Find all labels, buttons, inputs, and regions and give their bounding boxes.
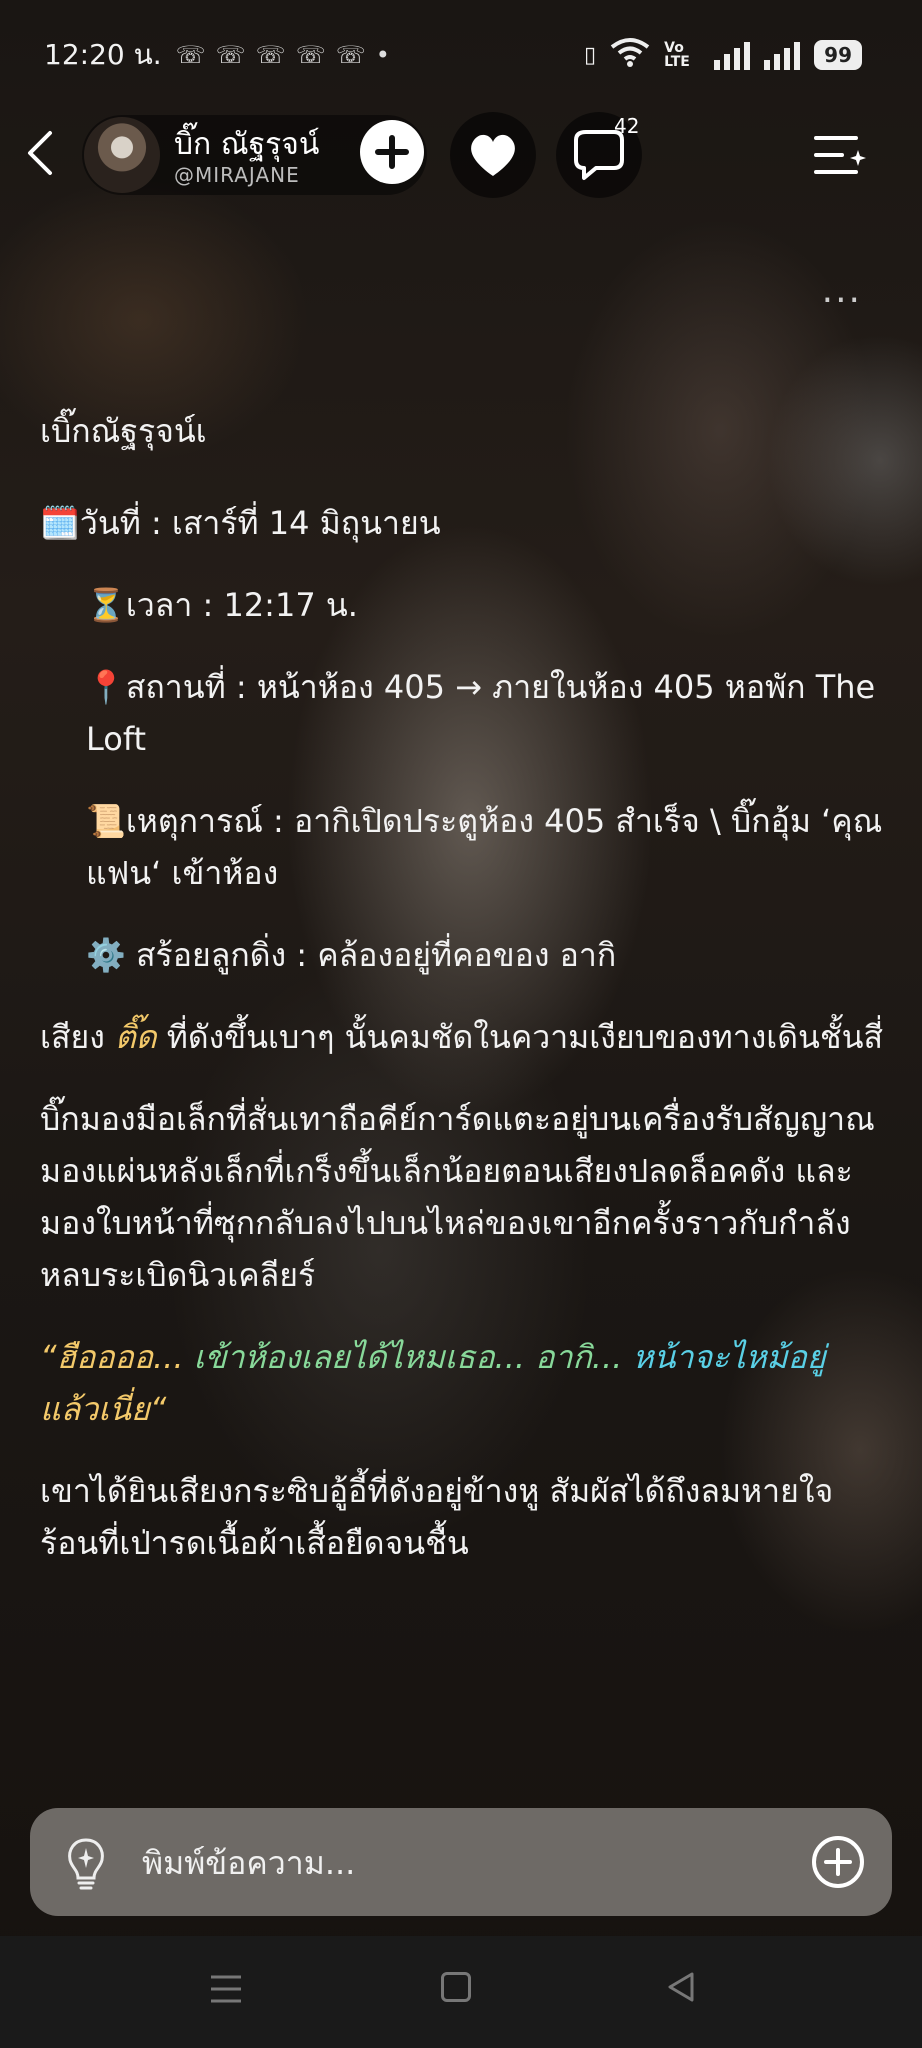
dialogue-quote: “ฮืออออ... เข้าห้องเลยได้ไหมเธอ... อากิ.… — [40, 1331, 890, 1435]
system-nav-bar — [0, 1936, 922, 2048]
paragraph-1-start: เสียง — [40, 1018, 116, 1056]
like-button[interactable] — [450, 112, 536, 198]
chat-header: บิ๊ก ณัฐรุจน์ @MIRAJANE 42 — [0, 108, 922, 198]
menu-sparkle-icon — [814, 136, 866, 174]
message-input[interactable]: พิมพ์ข้อความ... — [142, 1838, 355, 1889]
calendar-icon: 🗓️ — [40, 504, 80, 542]
profile-handle: @MIRAJANE — [174, 163, 300, 187]
add-attachment-button[interactable] — [810, 1834, 866, 1890]
paragraph-2: บิ๊กมองมือเล็กที่สั่นเทาถือคีย์การ์ดแตะอ… — [40, 1100, 875, 1294]
menu-button[interactable] — [812, 130, 868, 180]
plus-icon — [375, 135, 409, 169]
signal-icon — [764, 40, 801, 70]
paragraph-1-end: ที่ดังขึ้นเบาๆ นั้นคมชัดในความเงียบของทา… — [156, 1018, 884, 1056]
sound-highlight: ติ๊ด — [115, 1018, 157, 1056]
message-content: เบิ๊กณัฐรุจน์เ 🗓️วันที่ : เสาร์ที่ 14 มิ… — [40, 405, 890, 1599]
recent-apps-button[interactable] — [208, 1972, 244, 2006]
place-text: สถานที่ : หน้าห้อง 405 → ภายในห้อง 405 ห… — [86, 668, 876, 758]
status-bar: 12:20 น. ☏ ☏ ☏ ☏ ☏ • ▯ Vo LTE 99 — [44, 30, 862, 80]
time-line: ⏳เวลา : 12:17 น. — [40, 579, 890, 631]
whatsapp-icon: ☏ — [175, 41, 206, 69]
dot-icon: • — [375, 41, 390, 69]
vibrate-icon: ▯ — [584, 42, 597, 68]
triangle-back-icon — [668, 1972, 694, 2002]
back-button[interactable] — [20, 128, 60, 178]
date-text: วันที่ : เสาร์ที่ 14 มิถุนายน — [79, 504, 441, 542]
lightbulb-icon[interactable] — [64, 1836, 108, 1890]
time-text: เวลา : 12:17 น. — [125, 586, 358, 624]
scroll-icon: 📜 — [86, 802, 126, 840]
story-title: เบิ๊กณัฐรุจน์เ — [40, 412, 207, 450]
system-back-button[interactable] — [666, 1970, 696, 2004]
quote-part-1: “ฮืออออ... — [40, 1338, 194, 1376]
home-button[interactable] — [441, 1972, 471, 2002]
necklace-text: สร้อยลูกดิ่ง : คล้องอยู่ที่คอของ อากิ — [136, 936, 617, 974]
profile-name: บิ๊ก ณัฐรุจน์ — [174, 127, 320, 162]
whatsapp-icon: ☏ — [335, 41, 366, 69]
plus-circle-icon — [812, 1836, 864, 1888]
whatsapp-icon: ☏ — [295, 41, 326, 69]
battery-icon: 99 — [814, 40, 862, 70]
more-options-button[interactable]: ... — [822, 270, 862, 311]
place-line: 📍สถานที่ : หน้าห้อง 405 → ภายในห้อง 405 … — [40, 661, 890, 765]
comment-count: 42 — [614, 114, 640, 138]
quote-part-3: หน้าจะไหม้อยู่ — [632, 1338, 826, 1376]
network-label: Vo LTE — [664, 40, 690, 70]
quote-part-4: แล้วเนี่ย“ — [40, 1390, 167, 1428]
quote-part-2: เข้าห้องเลยได้ไหมเธอ... อากิ... — [193, 1338, 633, 1376]
event-text: เหตุการณ์ : อากิเปิดประตูห้อง 405 สำเร็จ… — [86, 802, 883, 892]
date-line: 🗓️วันที่ : เสาร์ที่ 14 มิถุนายน — [40, 497, 890, 549]
chevron-left-icon — [28, 131, 52, 175]
avatar[interactable] — [84, 117, 160, 193]
event-line: 📜เหตุการณ์ : อากิเปิดประตูห้อง 405 สำเร็… — [40, 795, 890, 899]
paragraph-3: เขาได้ยินเสียงกระซิบอู้อี้ที่ดังอยู่ข้าง… — [40, 1472, 834, 1562]
whatsapp-icon: ☏ — [215, 41, 246, 69]
follow-button[interactable] — [360, 120, 424, 184]
paragraph-1: เสียง ติ๊ด ที่ดังขึ้นเบาๆ นั้นคมชัดในควา… — [40, 1011, 890, 1063]
whatsapp-icon: ☏ — [255, 41, 286, 69]
hourglass-icon: ⏳ — [86, 586, 126, 624]
message-input-bar[interactable]: พิมพ์ข้อความ... — [30, 1808, 892, 1916]
menu-icon — [211, 1975, 241, 2003]
necklace-line: ⚙️ สร้อยลูกดิ่ง : คล้องอยู่ที่คอของ อากิ — [40, 929, 890, 981]
status-time: 12:20 น. — [44, 38, 162, 71]
signal-icon — [714, 40, 751, 70]
heart-icon — [471, 134, 515, 176]
pin-icon: 📍 — [86, 668, 126, 706]
wifi-icon — [610, 37, 650, 73]
gear-icon: ⚙️ — [86, 936, 126, 974]
notification-icons: ☏ ☏ ☏ ☏ ☏ • — [176, 41, 390, 69]
